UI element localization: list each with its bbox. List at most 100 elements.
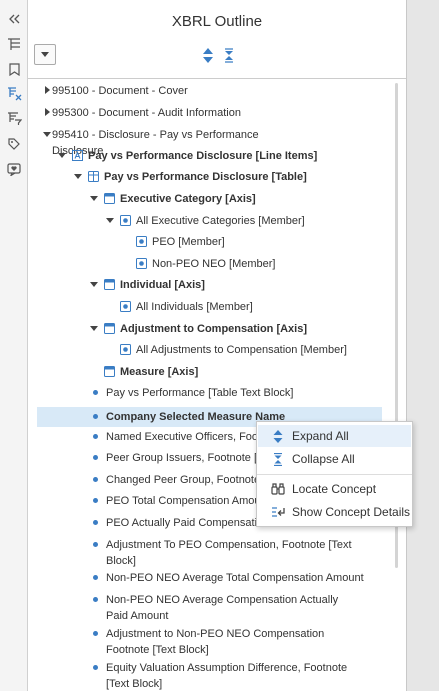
collapse-sidebar-icon[interactable] — [5, 10, 23, 28]
tree-row-label: Equity Valuation Assumption Difference, … — [106, 662, 348, 690]
tree-row-label: All Executive Categories [Member] — [136, 215, 305, 227]
tree-row[interactable]: Adjustment to Non-PEO NEO Compensation F… — [89, 626, 439, 658]
axis-icon — [103, 191, 115, 205]
concept-dot-icon — [93, 472, 98, 486]
tree-row-label: PEO [Member] — [152, 236, 225, 248]
tree-row[interactable]: 995100 - Document - Cover — [42, 83, 407, 99]
tree-row-label: All Individuals [Member] — [136, 301, 253, 313]
tree-row-label: Pay vs Performance Disclosure [Table] — [104, 171, 307, 183]
caret-down-icon[interactable] — [105, 213, 115, 227]
outline-tree-icon[interactable] — [5, 35, 23, 53]
collapse-all-menu-item[interactable]: Collapse All — [258, 448, 411, 470]
tree-row-label: Non-PEO NEO Average Compensation Actuall… — [106, 594, 339, 622]
panel-title: XBRL Outline — [171, 13, 263, 30]
expand-all-label: Expand All — [292, 429, 349, 443]
locate-concept-menu-item[interactable]: Locate Concept — [258, 478, 411, 500]
tree-row-label: Pay vs Performance [Table Text Block] — [106, 387, 294, 399]
concept-dot-icon — [93, 660, 98, 674]
tree-row-label: Executive Category [Axis] — [120, 193, 256, 205]
concept-dot-icon — [93, 626, 98, 640]
tree-row-label: Adjustment to Compensation [Axis] — [120, 323, 308, 335]
caret-right-icon[interactable] — [42, 83, 52, 97]
caret-right-icon[interactable] — [42, 105, 52, 119]
abstract-icon — [71, 148, 83, 162]
binoculars-icon — [269, 483, 287, 495]
tree-row-label: Individual [Axis] — [120, 279, 205, 291]
tree-row[interactable]: Non-PEO NEO [Member] — [121, 256, 439, 272]
tree-row[interactable]: Executive Category [Axis] — [89, 191, 439, 207]
tree-row[interactable]: Measure [Axis] — [89, 364, 439, 380]
context-menu: Expand All Collapse All Locate Concept S… — [256, 421, 413, 527]
menu-separator — [257, 474, 412, 475]
concept-dot-icon — [93, 429, 98, 443]
axis-icon — [103, 321, 115, 335]
concept-dot-icon — [93, 515, 98, 529]
expand-all-menu-item[interactable]: Expand All — [258, 425, 411, 447]
member-icon — [119, 299, 131, 313]
tree-row[interactable]: Adjustment to Compensation [Axis] — [89, 321, 439, 337]
table-icon — [87, 169, 99, 183]
tree-row[interactable]: Individual [Axis] — [89, 277, 439, 293]
concept-dot-icon — [93, 592, 98, 606]
tree-row[interactable]: Pay vs Performance [Table Text Block] — [89, 385, 439, 401]
favorites-icon[interactable] — [5, 160, 23, 178]
tree-row[interactable]: All Adjustments to Compensation [Member] — [105, 342, 439, 358]
filter-tree-icon[interactable] — [5, 110, 23, 128]
tree-row[interactable]: All Individuals [Member] — [105, 299, 439, 315]
tags-icon[interactable] — [5, 135, 23, 153]
tree-row[interactable]: PEO [Member] — [121, 234, 439, 250]
tree-row-label: Named Executive Officers, Foot — [106, 431, 262, 443]
caret-down-icon[interactable] — [42, 127, 52, 141]
caret-spacer — [121, 256, 131, 270]
document-viewer-edge — [406, 0, 439, 691]
tree-row-label: Pay vs Performance Disclosure [Line Item… — [88, 150, 318, 162]
chevron-down-icon — [41, 52, 49, 57]
expand-all-icon — [269, 429, 287, 443]
tree-row-label: PEO Total Compensation Amou — [106, 495, 261, 507]
options-dropdown-button[interactable] — [34, 44, 56, 65]
tree-row-label: Adjustment to Non-PEO NEO Compensation F… — [106, 628, 325, 656]
tree-row-label: Changed Peer Group, Footnote — [106, 474, 261, 486]
caret-spacer — [105, 299, 115, 313]
concept-dot-icon — [93, 570, 98, 584]
tree-row-label: Peer Group Issuers, Footnote [T — [106, 452, 264, 464]
show-concept-details-menu-item[interactable]: Show Concept Details — [258, 501, 411, 523]
left-toolbar — [0, 0, 28, 691]
axis-icon — [103, 277, 115, 291]
tree-row-label: PEO Actually Paid Compensatio — [106, 517, 264, 529]
concept-dot-icon — [93, 493, 98, 507]
member-icon — [119, 342, 131, 356]
caret-down-icon[interactable] — [89, 277, 99, 291]
tree-row[interactable]: Adjustment To PEO Compensation, Footnote… — [89, 537, 439, 569]
concept-dot-icon — [93, 385, 98, 399]
tree-row[interactable]: 995300 - Document - Audit Information — [42, 105, 407, 121]
expand-all-icon[interactable] — [201, 47, 215, 63]
tree-row-label: Non-PEO NEO Average Total Compensation A… — [106, 572, 364, 584]
tree-row[interactable]: Pay vs Performance Disclosure [Line Item… — [57, 148, 422, 164]
tree-row[interactable]: Non-PEO NEO Average Total Compensation A… — [89, 570, 439, 586]
tree-row[interactable]: Non-PEO NEO Average Compensation Actuall… — [89, 592, 439, 624]
tree-row-label: Measure [Axis] — [120, 366, 199, 378]
axis-icon — [103, 364, 115, 378]
tree-row-label: Non-PEO NEO [Member] — [152, 258, 276, 270]
caret-spacer — [105, 342, 115, 356]
caret-down-icon[interactable] — [89, 321, 99, 335]
member-icon — [135, 234, 147, 248]
concept-dot-icon — [93, 537, 98, 551]
collapse-all-icon[interactable] — [222, 47, 236, 63]
tree-row[interactable]: All Executive Categories [Member] — [105, 213, 439, 229]
tree-row-label: 995100 - Document - Cover — [52, 85, 188, 97]
locate-concept-label: Locate Concept — [292, 482, 377, 496]
tree-row-label: Adjustment To PEO Compensation, Footnote… — [106, 539, 352, 567]
caret-spacer — [89, 364, 99, 378]
caret-down-icon[interactable] — [73, 169, 83, 183]
caret-down-icon[interactable] — [57, 148, 67, 162]
tree-row[interactable]: Pay vs Performance Disclosure [Table] — [73, 169, 438, 185]
xbrl-outline-active-icon[interactable] — [5, 85, 23, 103]
bookmark-icon[interactable] — [5, 60, 23, 78]
tree-row[interactable]: Equity Valuation Assumption Difference, … — [89, 660, 439, 691]
collapse-all-icon — [269, 452, 287, 466]
caret-down-icon[interactable] — [89, 191, 99, 205]
show-concept-details-label: Show Concept Details — [292, 505, 411, 519]
member-icon — [119, 213, 131, 227]
